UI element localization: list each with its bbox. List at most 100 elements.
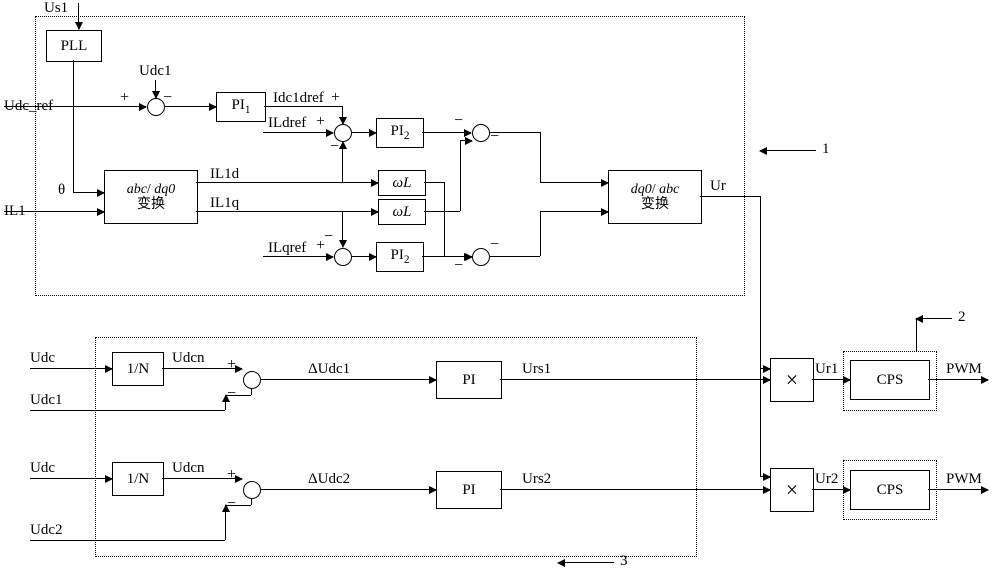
label-anno2: 2 — [958, 309, 966, 326]
sign-plus: + — [227, 467, 236, 483]
block-pi-b-label: PI — [462, 482, 475, 499]
label-anno3: 3 — [620, 553, 628, 570]
block-dq0-abc: dq0/ abc变换 — [608, 170, 702, 224]
block-pi1-label: PI1 — [232, 97, 251, 116]
wire — [261, 379, 436, 380]
wire — [73, 192, 104, 193]
wire — [342, 182, 378, 183]
wire — [760, 476, 770, 477]
sign-minus: − — [324, 229, 333, 245]
wire — [460, 140, 461, 211]
wire — [352, 256, 376, 257]
sign-minus: − — [330, 139, 339, 155]
block-pll: PLL — [46, 30, 102, 62]
label-udc-b: Udc — [30, 460, 55, 477]
mult-a-label: × — [786, 367, 798, 393]
wire — [225, 505, 226, 540]
control-block-diagram: Us1 PLL θ Udc1 Udc_ref + − PI1 Idc1dref … — [0, 0, 1000, 577]
block-pll-label: PLL — [61, 38, 88, 55]
wire — [540, 211, 541, 256]
wire — [500, 379, 770, 380]
sign-minus: − — [227, 496, 236, 512]
label-pwm-a: PWM — [946, 361, 982, 378]
label-il1d: IL1d — [210, 166, 239, 183]
wire — [540, 182, 608, 183]
block-pi-a: PI — [436, 361, 502, 399]
mult-b-label: × — [786, 477, 798, 503]
block-pi2-top: PI2 — [376, 118, 424, 148]
block-one-over-n-b-label: 1/N — [127, 471, 150, 488]
wire — [73, 60, 74, 192]
wire — [424, 182, 444, 183]
block-pi-b: PI — [436, 471, 502, 509]
wire — [700, 196, 760, 197]
leader-2 — [916, 318, 952, 319]
block-pi2-top-label: PI2 — [391, 123, 410, 142]
wire — [30, 478, 112, 479]
block-pi-a-label: PI — [462, 372, 475, 389]
wire — [490, 256, 540, 257]
sum-b — [243, 481, 261, 499]
label-theta: θ — [58, 182, 65, 199]
block-dq0-abc-label: dq0/ abc变换 — [631, 182, 680, 213]
wire — [812, 489, 850, 490]
wire — [540, 211, 608, 212]
sign-minus: − — [163, 90, 172, 106]
wire — [263, 132, 333, 133]
block-pi1: PI1 — [216, 92, 266, 122]
label-ur: Ur — [710, 178, 726, 195]
wire — [225, 395, 226, 410]
leader-1 — [760, 150, 816, 151]
label-pwm-b: PWM — [946, 471, 982, 488]
wire — [500, 489, 770, 490]
wire — [540, 132, 541, 182]
label-urs1: Urs1 — [522, 361, 551, 378]
wire — [760, 368, 770, 369]
label-dudc1: ΔUdc1 — [308, 361, 350, 378]
block-abc-dq0: abc/ dq0变换 — [104, 170, 198, 224]
label-ildref: ILdref — [268, 115, 306, 132]
wire — [225, 505, 251, 506]
label-ur1: Ur1 — [815, 361, 838, 378]
wire — [444, 182, 445, 256]
label-ilqref: ILqref — [268, 240, 306, 257]
wire — [342, 142, 343, 182]
leader-3 — [558, 562, 614, 563]
sign-plus: + — [331, 90, 340, 106]
label-ur2: Ur2 — [815, 471, 838, 488]
wire — [30, 540, 225, 541]
region-3 — [95, 337, 697, 557]
sum-a — [243, 371, 261, 389]
wire — [422, 256, 471, 257]
wire — [490, 132, 540, 133]
label-us1: Us1 — [44, 0, 68, 17]
wire — [30, 410, 225, 411]
block-cps-a-label: CPS — [877, 372, 904, 389]
block-wl-bot: ωL — [378, 199, 426, 225]
wire — [342, 106, 343, 124]
block-cps-b: CPS — [850, 470, 930, 510]
wire — [928, 379, 988, 380]
sign-plus: + — [227, 357, 236, 373]
block-one-over-n-a-label: 1/N — [127, 361, 150, 378]
wire — [251, 389, 252, 395]
label-udc1-top: Udc1 — [139, 63, 172, 80]
wire — [4, 211, 104, 212]
label-il1q: IL1q — [210, 195, 239, 212]
sum-q — [334, 248, 352, 266]
label-urs2: Urs2 — [522, 471, 551, 488]
wire — [4, 106, 146, 107]
wire — [225, 395, 251, 396]
block-one-over-n-a: 1/N — [112, 352, 164, 386]
sign-minus: − — [490, 237, 499, 253]
wire — [263, 256, 333, 257]
wire — [812, 379, 850, 380]
label-udcn-b: Udcn — [172, 460, 205, 477]
label-udc2-b: Udc2 — [30, 522, 63, 539]
block-pi2-bot-label: PI2 — [391, 247, 410, 266]
mult-b: × — [770, 468, 814, 512]
label-udc1-a: Udc1 — [30, 392, 63, 409]
sum-q-out — [472, 248, 490, 266]
label-idc1dref: Idc1dref — [273, 90, 324, 107]
label-anno1: 1 — [822, 141, 830, 158]
